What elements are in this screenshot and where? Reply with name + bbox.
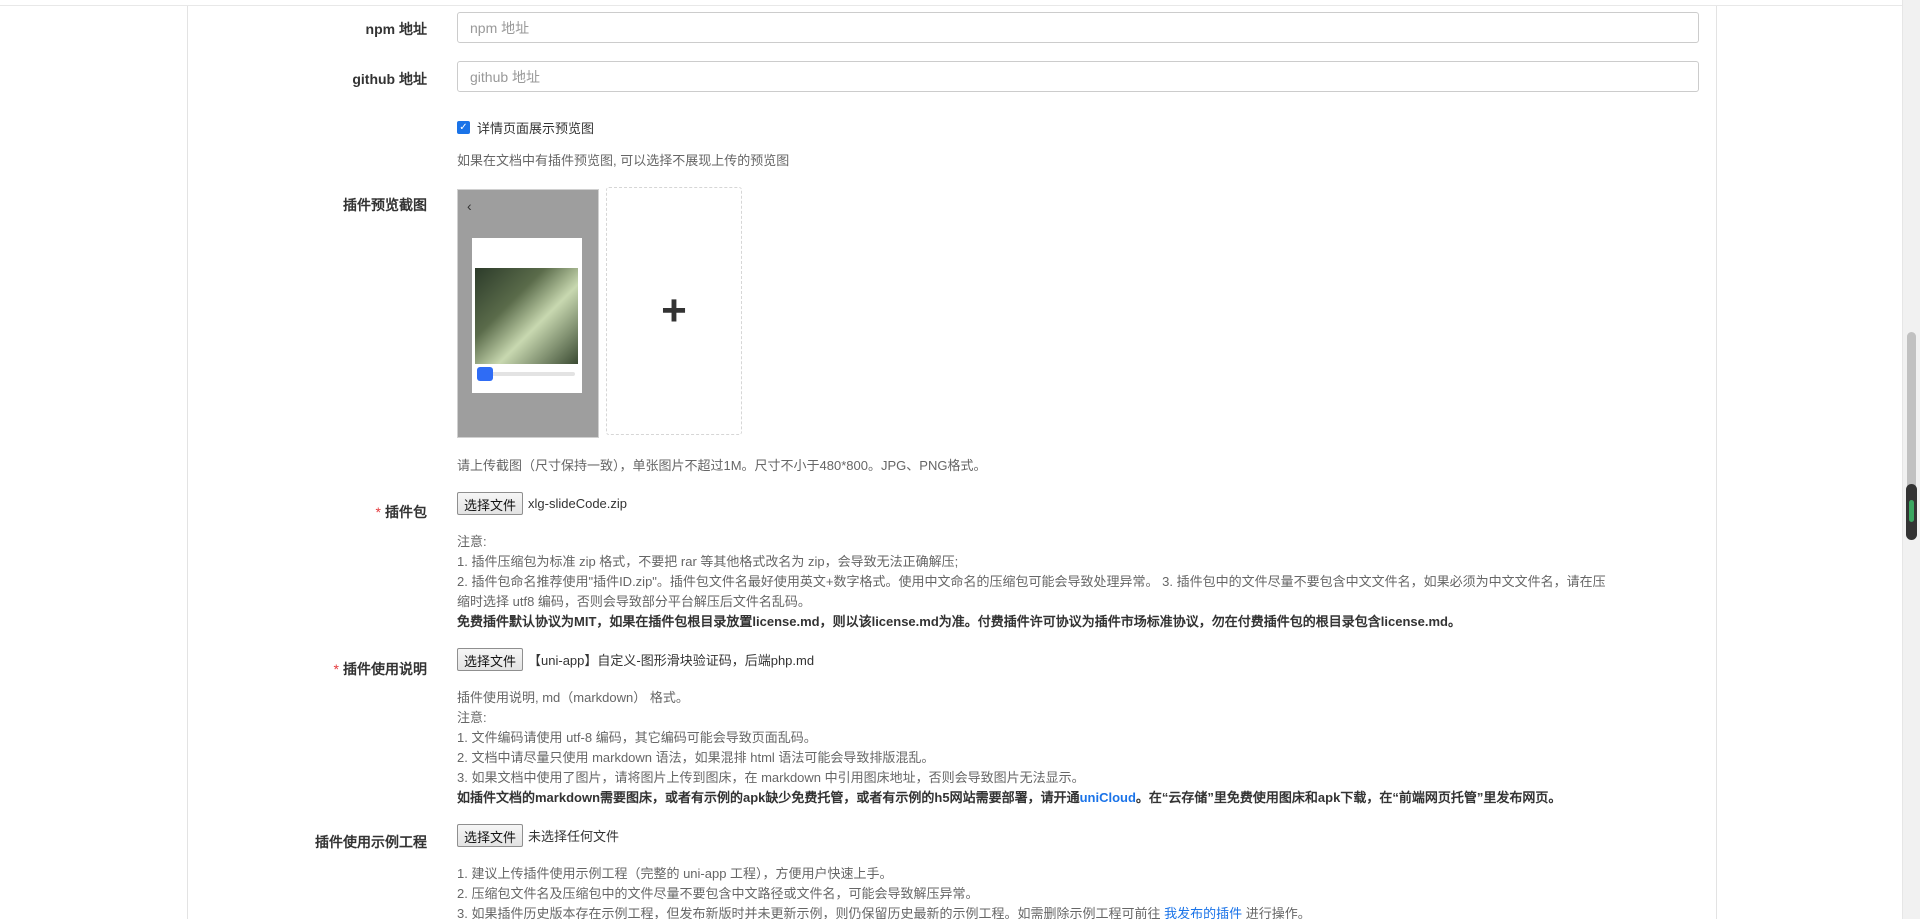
github-label: github 地址 [352,71,427,87]
unicloud-note-text: 如插件文档的markdown需要图床，或者有示例的apk缺少免费托管，或者有示例… [457,790,1080,805]
example-note: 1. 建议上传插件使用示例工程（完整的 uni-app 工程），方便用户快速上手… [457,866,893,881]
package-notes: 注意: 1. 插件压缩包为标准 zip 格式，不要把 rar 等其他格式改名为 … [457,532,1697,632]
unicloud-note-text-end: 。在“云存储”里免费使用图床和apk下载，在“前端网页托管”里发布网页。 [1135,790,1562,805]
package-label: * 插件包 [376,502,427,522]
chevron-left-icon: ‹ [467,198,472,214]
readme-note: 2. 文档中请尽量只使用 markdown 语法，如果混排 html 语法可能会… [457,750,935,765]
readme-notes: 插件使用说明, md（markdown） 格式。 注意: 1. 文件编码请使用 … [457,688,1697,808]
readme-file-row: 选择文件 【uni-app】自定义-图形滑块验证码，后端php.md [457,648,814,671]
package-choose-file-button[interactable]: 选择文件 [457,492,524,515]
readme-choose-file-button[interactable]: 选择文件 [457,648,524,671]
github-input[interactable] [457,61,1699,92]
readme-label-text: 插件使用说明 [343,661,427,677]
phone-preview-image [472,238,582,393]
readme-label: * 插件使用说明 [334,659,427,679]
preview-checkbox[interactable]: ✓ [457,121,470,134]
screenshot-thumbnail[interactable]: ‹ [457,189,599,438]
example-note: 2. 压缩包文件名及压缩包中的文件尽量不要包含中文路径或文件名，可能会导致解压异… [457,886,979,901]
example-choose-file-button[interactable]: 选择文件 [457,824,524,847]
package-note: 1. 插件压缩包为标准 zip 格式，不要把 rar 等其他格式改名为 zip，… [457,554,959,569]
package-note: 2. 插件包命名推荐使用"插件ID.zip"。插件包文件名最好使用英文+数字格式… [457,574,1606,589]
captcha-image [475,268,578,364]
readme-note: 3. 如果文档中使用了图片，请将图片上传到图床，在 markdown 中引用图床… [457,770,1085,785]
example-note-3-end: 进行操作。 [1242,906,1311,919]
npm-input[interactable] [457,12,1699,43]
example-note-3-text: 3. 如果插件历史版本存在示例工程，但发布新版时并未更新示例，则仍保留历史最新的… [457,906,1165,919]
slider-knob [477,367,493,381]
plus-icon: + [661,286,687,335]
readme-note: 插件使用说明, md（markdown） 格式。 [457,690,689,705]
readme-note: 注意: [457,710,487,725]
preview-toggle-row[interactable]: ✓ 详情页面展示预览图 [457,118,594,137]
example-label: 插件使用示例工程 [315,834,427,850]
page: npm 地址 github 地址 ✓ 详情页面展示预览图 如果在文档中有插件预览… [0,0,1920,919]
my-plugins-link[interactable]: 我发布的插件 [1164,906,1242,919]
package-license-note: 免费插件默认协议为MIT，如果在插件包根目录放置license.md，则以该li… [457,614,1461,629]
page-scrollbar[interactable] [1902,0,1920,919]
example-file-name: 未选择任何文件 [528,829,620,844]
unicloud-link[interactable]: uniCloud [1080,790,1136,805]
required-mark: * [375,504,381,520]
package-note: 注意: [457,534,487,549]
package-note: 缩时选择 utf8 编码，否则会导致部分平台解压后文件名乱码。 [457,594,811,609]
screenshots-help: 请上传截图（尺寸保持一致），单张图片不超过1M。尺寸不小于480*800。JPG… [457,458,987,473]
add-screenshot-button[interactable]: + [606,187,742,435]
scroll-indicator-fill [1909,500,1914,522]
screenshots-label: 插件预览截图 [343,197,427,213]
preview-toggle-help: 如果在文档中有插件预览图, 可以选择不展现上传的预览图 [457,153,790,168]
package-label-text: 插件包 [385,504,427,520]
readme-file-name: 【uni-app】自定义-图形滑块验证码，后端php.md [528,653,815,668]
preview-toggle-label: 详情页面展示预览图 [477,121,595,136]
readme-unicloud-note: 如插件文档的markdown需要图床，或者有示例的apk缺少免费托管，或者有示例… [457,788,1697,808]
package-file-row: 选择文件 xlg-slideCode.zip [457,492,627,515]
example-note-3: 3. 如果插件历史版本存在示例工程，但发布新版时并未更新示例，则仍保留历史最新的… [457,904,1697,919]
package-file-name: xlg-slideCode.zip [528,496,628,511]
npm-label: npm 地址 [365,21,427,37]
example-file-row: 选择文件 未选择任何文件 [457,824,619,847]
required-mark: * [333,661,339,677]
readme-note: 1. 文件编码请使用 utf-8 编码，其它编码可能会导致页面乱码。 [457,730,817,745]
example-notes: 1. 建议上传插件使用示例工程（完整的 uni-app 工程），方便用户快速上手… [457,864,1697,919]
scroll-indicator [1906,484,1917,540]
